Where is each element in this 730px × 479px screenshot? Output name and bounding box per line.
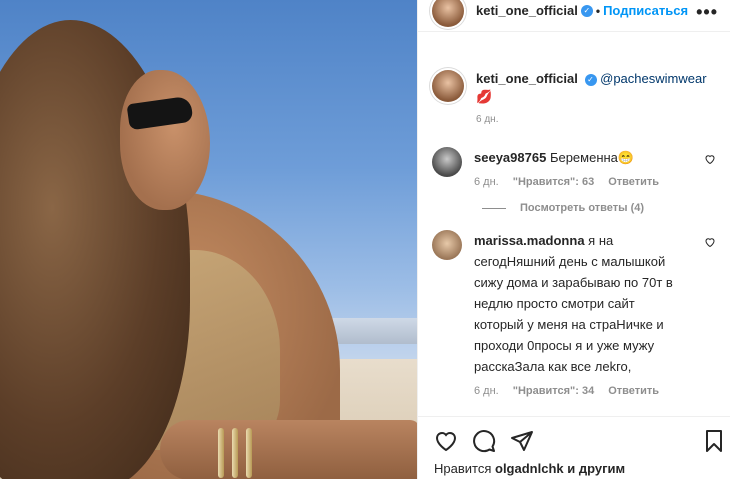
view-replies-label[interactable]: Посмотреть ответы (4) bbox=[520, 202, 644, 214]
comment-bubble-icon[interactable] bbox=[472, 429, 496, 453]
comment-meta: 6 дн. "Нравится": 34 Ответить bbox=[474, 385, 684, 397]
separator-dot: • bbox=[595, 3, 601, 18]
share-paper-plane-icon[interactable] bbox=[510, 429, 534, 453]
comment-item: marissa.madonna я на сегодНяшний день с … bbox=[418, 230, 730, 397]
like-comment-heart-icon[interactable] bbox=[704, 153, 716, 165]
comment-text: Беременна😁 bbox=[549, 150, 635, 165]
author-avatar[interactable] bbox=[432, 0, 464, 27]
reply-button[interactable]: Ответить bbox=[608, 176, 659, 188]
author-username[interactable]: keti_one_official bbox=[476, 3, 578, 18]
verified-icon: ✓ bbox=[580, 4, 593, 17]
comment-item: seeya98765 Беременна😁 6 дн. "Нравится": … bbox=[418, 147, 730, 188]
photo-bracelet bbox=[246, 428, 252, 478]
comment-likes[interactable]: "Нравится": 63 bbox=[513, 176, 594, 188]
likes-summary: Нравится olgadnlchk и другим bbox=[418, 453, 730, 476]
comment-username[interactable]: seeya98765 bbox=[474, 150, 546, 165]
photo-arm bbox=[160, 420, 417, 479]
instagram-post: keti_one_official ✓ • Подписаться ••• ke… bbox=[0, 0, 730, 479]
photo-bracelet bbox=[218, 428, 224, 478]
comment-meta: 6 дн. "Нравится": 63 Ответить bbox=[474, 176, 684, 188]
comment-text: я на сегодНяшний день с малышкой сижу до… bbox=[474, 233, 673, 374]
commenter-avatar[interactable] bbox=[432, 147, 462, 177]
like-comment-heart-icon[interactable] bbox=[704, 236, 716, 248]
view-replies[interactable]: Посмотреть ответы (4) bbox=[418, 202, 730, 214]
mention-link[interactable]: @pacheswimwear bbox=[600, 71, 706, 86]
caption-username[interactable]: keti_one_official bbox=[476, 71, 578, 86]
comment-likes[interactable]: "Нравится": 34 bbox=[513, 385, 594, 397]
save-bookmark-icon[interactable] bbox=[702, 429, 726, 453]
verified-icon: ✓ bbox=[584, 73, 597, 86]
likes-user[interactable]: olgadnlchk bbox=[495, 461, 564, 476]
post-photo[interactable] bbox=[0, 0, 417, 479]
post-header: keti_one_official ✓ • Подписаться ••• bbox=[418, 0, 730, 32]
replies-line bbox=[482, 207, 506, 209]
reply-button[interactable]: Ответить bbox=[608, 385, 659, 397]
likes-others[interactable]: и другим bbox=[567, 461, 625, 476]
photo-face bbox=[120, 70, 210, 210]
caption-avatar[interactable] bbox=[432, 70, 464, 102]
caption-time[interactable]: 6 дн. bbox=[476, 114, 707, 125]
post-sidebar: keti_one_official ✓ • Подписаться ••• ke… bbox=[417, 0, 730, 479]
more-options-icon[interactable]: ••• bbox=[696, 2, 718, 23]
commenter-avatar[interactable] bbox=[432, 230, 462, 260]
caption-emoji: 💋 bbox=[476, 89, 493, 104]
comment-username[interactable]: marissa.madonna bbox=[474, 233, 585, 248]
comment-time[interactable]: 6 дн. bbox=[474, 176, 499, 188]
follow-button[interactable]: Подписаться bbox=[603, 3, 688, 18]
post-caption: keti_one_official ✓ @pacheswimwear 💋 6 д… bbox=[418, 32, 730, 125]
likes-prefix: Нравится bbox=[434, 461, 492, 476]
like-heart-icon[interactable] bbox=[434, 429, 458, 453]
post-actions: Нравится olgadnlchk и другим bbox=[418, 416, 730, 479]
photo-bracelet bbox=[232, 428, 238, 478]
comment-time[interactable]: 6 дн. bbox=[474, 385, 499, 397]
